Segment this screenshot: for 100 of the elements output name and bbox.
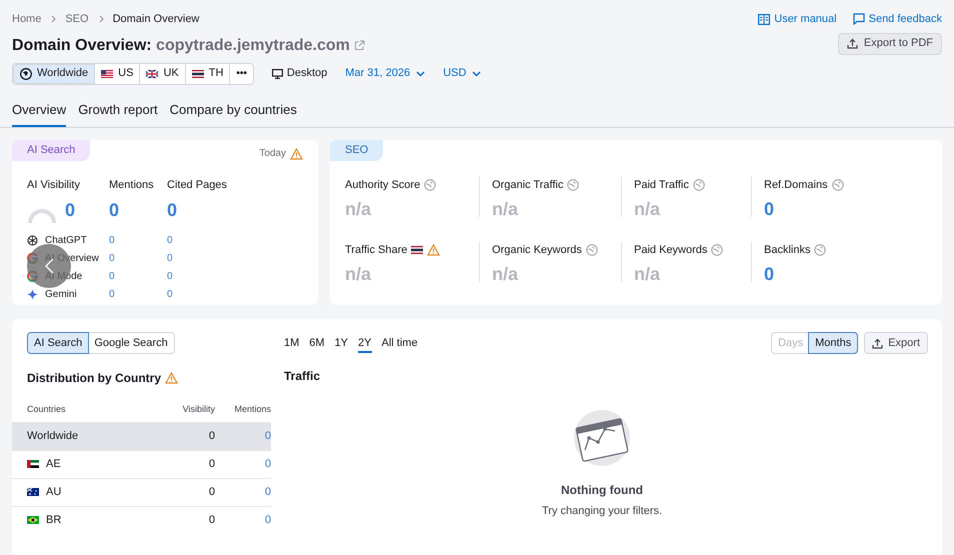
warning-icon <box>290 148 303 160</box>
source-tab[interactable]: AI Search <box>27 332 90 354</box>
region-tab[interactable]: Worldwide <box>13 64 96 84</box>
flag-icon <box>27 516 39 524</box>
table-cell-text: 0 <box>208 512 215 528</box>
metric-label: Traffic Share <box>345 243 408 258</box>
flag-icon <box>192 70 204 78</box>
upload-icon <box>872 338 884 348</box>
metric-value: n/a <box>634 262 662 286</box>
country-name: Worldwide <box>27 428 78 444</box>
column-header: Mentions <box>109 178 155 193</box>
tab[interactable]: Growth report <box>78 100 158 127</box>
gauge-icon <box>27 208 57 224</box>
sparkle-icon <box>27 289 38 300</box>
metric-label: Paid Traffic <box>634 178 689 193</box>
period-tab[interactable]: 2Y <box>358 332 372 354</box>
table-cell-text: 0 <box>264 456 271 472</box>
table-cell-text: 0 <box>109 234 116 248</box>
country-name: AU <box>46 484 62 500</box>
export-button[interactable]: Export <box>864 332 928 354</box>
country-name: AE <box>46 456 61 472</box>
flag-icon <box>27 460 39 468</box>
period-tab[interactable]: 1M <box>284 332 300 354</box>
metric-label: Ref.Domains <box>764 178 828 193</box>
column-header: AI Visibility <box>27 178 81 193</box>
engine-name: ChatGPT <box>45 234 87 248</box>
card-badge: AI Search <box>12 140 90 161</box>
table-cell-text: 0 <box>264 512 271 528</box>
period-tab[interactable]: 1Y <box>334 332 348 354</box>
metric-value: 0 <box>764 198 776 220</box>
region-tab[interactable]: UK <box>140 64 186 84</box>
metric-label: Paid Keywords <box>634 243 708 258</box>
table-cell-text: 0 <box>167 234 174 248</box>
warning-icon <box>427 244 440 256</box>
table-cell-text: 0 <box>167 252 174 266</box>
header-link[interactable]: User manual <box>758 11 837 28</box>
metric-value: 0 <box>167 200 178 220</box>
card-badge: SEO <box>330 140 384 161</box>
period-tab[interactable]: All time <box>382 332 418 354</box>
region-tab[interactable]: TH <box>186 64 230 84</box>
table-cell-text: 0 <box>208 484 215 500</box>
metric-label: Backlinks <box>764 243 810 258</box>
table-cell-text: 0 <box>208 428 215 444</box>
breadcrumb-item[interactable]: Home <box>12 11 42 28</box>
table-cell-text: 0 <box>109 288 116 302</box>
column-header: Visibility <box>182 403 215 416</box>
breadcrumb-item[interactable]: SEO <box>65 11 89 28</box>
engine-name: Gemini <box>45 288 77 302</box>
table-cell-text: 0 <box>264 484 271 500</box>
flag-icon <box>411 246 424 254</box>
granularity-tab[interactable]: Months <box>808 332 858 354</box>
country-name: BR <box>46 512 62 528</box>
section-title: Distribution by Country <box>27 370 161 387</box>
table-cell-text: 0 <box>109 270 116 284</box>
tab[interactable]: Overview <box>12 100 66 127</box>
column-header: Countries <box>26 403 67 416</box>
speech-bubble-icon <box>852 13 865 26</box>
metric-value: n/a <box>345 262 372 286</box>
column-header: Cited Pages <box>167 178 228 193</box>
metric-value: n/a <box>492 262 520 286</box>
table-cell-text: 0 <box>109 252 116 266</box>
source-tab[interactable]: Google Search <box>88 333 174 353</box>
flag-icon <box>101 70 114 78</box>
currency-selector[interactable]: USD <box>443 65 482 82</box>
external-link-icon <box>354 40 365 51</box>
metric-label: Authority Score <box>345 178 420 193</box>
page-title: Domain Overview: copytrade.jemytrade.com <box>12 36 350 56</box>
export-pdf-button[interactable]: Export to PDF <box>838 32 942 54</box>
empty-message: Try changing your filters. <box>542 504 662 519</box>
date-label: Today <box>259 147 286 161</box>
period-tab[interactable]: 6M <box>309 332 325 354</box>
table-cell-text: 0 <box>264 428 271 444</box>
tab[interactable]: Compare by countries <box>170 100 297 127</box>
table-cell-text: 0 <box>167 288 174 302</box>
chevron-down-icon <box>416 70 426 76</box>
flag-icon <box>146 70 158 78</box>
device-selector[interactable]: Desktop <box>272 65 328 82</box>
metric-value: 0 <box>764 262 776 286</box>
empty-title: Nothing found <box>561 482 643 499</box>
metric-value: n/a <box>345 198 372 220</box>
column-header: Mentions <box>233 403 271 416</box>
region-tab[interactable]: US <box>95 64 140 84</box>
chart-illustration-icon <box>571 407 633 469</box>
header-link[interactable]: Send feedback <box>852 11 942 28</box>
more-button[interactable]: ••• <box>230 64 253 84</box>
metric-value: n/a <box>492 198 520 220</box>
book-icon <box>758 14 770 25</box>
table-cell-text: 0 <box>208 456 215 472</box>
breadcrumb-item: Domain Overview <box>112 12 200 27</box>
flag-icon <box>27 488 39 496</box>
upload-icon <box>846 38 858 49</box>
metric-value: 0 <box>65 198 76 222</box>
metric-label: Organic Traffic <box>492 178 564 193</box>
metric-value: 0 <box>109 200 120 220</box>
metric-value: n/a <box>634 198 662 220</box>
warning-icon <box>165 372 178 384</box>
chevron-down-icon <box>472 70 482 76</box>
monitor-icon <box>272 68 283 78</box>
chevron-right-icon <box>49 15 58 24</box>
date-selector[interactable]: Mar 31, 2026 <box>345 65 426 82</box>
